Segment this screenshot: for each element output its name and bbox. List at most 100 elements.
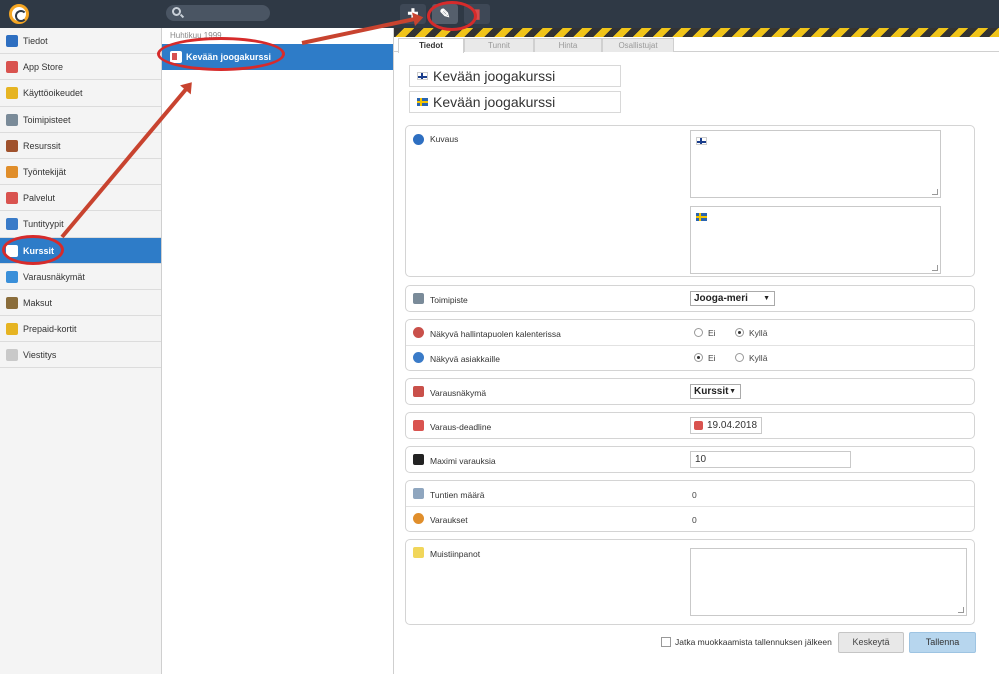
- booking-view-select-value: Kurssit: [694, 386, 729, 397]
- search-input[interactable]: [166, 5, 270, 21]
- deadline-input[interactable]: 19.04.2018: [690, 417, 762, 434]
- visible-admin-yes-radio[interactable]: [735, 328, 744, 337]
- notes-label: Muistiinpanot: [430, 549, 481, 559]
- caret-down-icon: ▼: [763, 295, 770, 302]
- sidebar-item-app-store[interactable]: App Store: [0, 54, 161, 81]
- book-icon: [413, 488, 424, 499]
- tab-hinta[interactable]: Hinta: [534, 38, 602, 52]
- bookings-label: Varaukset: [430, 515, 468, 525]
- visible-customer-row: Näkyvä asiakkaille Ei Kyllä: [406, 345, 976, 371]
- sidebar-item-varausn-kym-t[interactable]: Varausnäkymät: [0, 264, 161, 290]
- booking-view-card: Varausnäkymä Kurssit ▼: [405, 378, 975, 405]
- deadline-label: Varaus-deadline: [430, 422, 492, 432]
- resize-grip-icon[interactable]: [932, 189, 938, 195]
- sidebar-item-k-ytt-oikeudet[interactable]: Käyttöoikeudet: [0, 80, 161, 107]
- max-bookings-value: 10: [695, 454, 707, 465]
- continue-editing-checkbox[interactable]: [661, 637, 671, 647]
- counter-icon: [413, 454, 424, 465]
- location-label: Toimipiste: [430, 295, 468, 305]
- calendar-icon: [413, 420, 424, 431]
- sidebar-item-label: Tiedot: [23, 36, 48, 46]
- resize-grip-icon[interactable]: [958, 607, 964, 613]
- detail-panel: Tiedot Tunnit Hinta Osallistujat Kevään …: [394, 37, 999, 674]
- booking-view-icon: [413, 386, 424, 397]
- tab-tunnit[interactable]: Tunnit: [464, 38, 534, 52]
- building-icon: [6, 113, 18, 126]
- resize-grip-icon[interactable]: [932, 265, 938, 271]
- location-select[interactable]: Jooga-meri ▼: [690, 291, 775, 306]
- cancel-button[interactable]: Keskeytä: [838, 632, 904, 653]
- annotation-circle-edit: [427, 1, 477, 31]
- caret-down-icon: ▼: [729, 388, 736, 395]
- max-bookings-input[interactable]: 10: [690, 451, 851, 468]
- eye-blue-icon: [413, 352, 424, 363]
- description-fi-textarea[interactable]: [690, 130, 941, 198]
- visible-admin-no-radio[interactable]: [694, 328, 703, 337]
- annotation-circle-sidebar: [2, 235, 64, 265]
- sidebar-item-toimipisteet[interactable]: Toimipisteet: [0, 107, 161, 133]
- name-sv-value: Kevään joogakurssi: [433, 94, 556, 110]
- finland-flag-icon: [417, 72, 428, 80]
- note-icon: [413, 547, 424, 558]
- calendar-icon: [6, 192, 18, 205]
- deadline-card: Varaus-deadline 19.04.2018: [405, 412, 975, 439]
- max-bookings-label: Maximi varauksia: [430, 456, 496, 466]
- bookings-value: 0: [692, 515, 697, 525]
- sidebar-item-palvelut[interactable]: Palvelut: [0, 185, 161, 212]
- notes-textarea[interactable]: [690, 548, 967, 616]
- visible-admin-row: Näkyvä hallintapuolen kalenterissa Ei Ky…: [406, 320, 976, 346]
- sidebar-item-label: Palvelut: [23, 193, 56, 204]
- sidebar-item-label: Tuntityypit: [23, 219, 64, 230]
- course-list: Huhtikuu 1999 Kevään joogakurssi: [162, 28, 394, 674]
- booking-view-label: Varausnäkymä: [430, 388, 487, 398]
- sidebar-item-prepaid-kortit[interactable]: Prepaid-kortit: [0, 316, 161, 343]
- continue-editing-label: Jatka muokkaamista tallennuksen jälkeen: [675, 637, 832, 647]
- save-button[interactable]: Tallenna: [909, 632, 976, 653]
- lessons-label: Tuntien määrä: [430, 490, 485, 500]
- visible-customer-label: Näkyvä asiakkaille: [430, 354, 500, 364]
- location-select-value: Jooga-meri: [694, 293, 748, 304]
- booking-view-select[interactable]: Kurssit ▼: [690, 384, 741, 399]
- sidebar-item-label: Viestitys: [23, 350, 57, 361]
- info-icon: [413, 134, 424, 145]
- app-store-icon: [6, 61, 18, 74]
- building-icon: [413, 293, 424, 304]
- calendar-blue-icon: [6, 218, 18, 231]
- description-sv-textarea[interactable]: [690, 206, 941, 274]
- hazard-stripe: [394, 28, 999, 37]
- payment-icon: [6, 296, 18, 309]
- tab-osallistujat[interactable]: Osallistujat: [602, 38, 674, 52]
- sidebar-item-ty-ntekij-t[interactable]: Työntekijät: [0, 159, 161, 186]
- visible-admin-label: Näkyvä hallintapuolen kalenterissa: [430, 329, 561, 339]
- annotation-circle-course: [157, 37, 285, 71]
- name-field-sv[interactable]: Kevään joogakurssi: [409, 91, 621, 113]
- sidebar-item-maksut[interactable]: Maksut: [0, 290, 161, 317]
- radio-no-label: Ei: [708, 353, 716, 363]
- sidebar-item-viestitys[interactable]: Viestitys: [0, 342, 161, 369]
- location-card: Toimipiste Jooga-meri ▼: [405, 285, 975, 312]
- radio-no-label: Ei: [708, 328, 716, 338]
- name-field-fi[interactable]: Kevään joogakurssi: [409, 65, 621, 87]
- description-card: Kuvaus: [405, 125, 975, 277]
- sweden-flag-icon: [696, 213, 707, 221]
- sweden-flag-icon: [417, 98, 428, 106]
- sidebar-item-label: Toimipisteet: [23, 114, 71, 125]
- sidebar-item-label: Varausnäkymät: [23, 271, 85, 282]
- sidebar-item-label: App Store: [23, 62, 64, 73]
- sidebar: Tiedot App Store Käyttöoikeudet Toimipistee…: [0, 28, 162, 674]
- notes-card: Muistiinpanot: [405, 539, 975, 625]
- info-icon: [6, 35, 18, 47]
- sidebar-item-label: Maksut: [23, 297, 53, 308]
- globe-icon: [6, 270, 18, 283]
- search-icon: [172, 7, 181, 16]
- visible-customer-no-radio[interactable]: [694, 353, 703, 362]
- bookings-row: Varaukset 0: [406, 506, 976, 532]
- tab-tiedot[interactable]: Tiedot: [398, 38, 464, 53]
- sidebar-item-tiedot[interactable]: Tiedot: [0, 28, 161, 55]
- home-icon: [6, 139, 18, 152]
- calendar-icon: [694, 421, 703, 430]
- visible-customer-yes-radio[interactable]: [735, 353, 744, 362]
- deadline-value: 19.04.2018: [707, 420, 758, 431]
- message-icon: [6, 349, 18, 362]
- app-logo[interactable]: [9, 4, 29, 24]
